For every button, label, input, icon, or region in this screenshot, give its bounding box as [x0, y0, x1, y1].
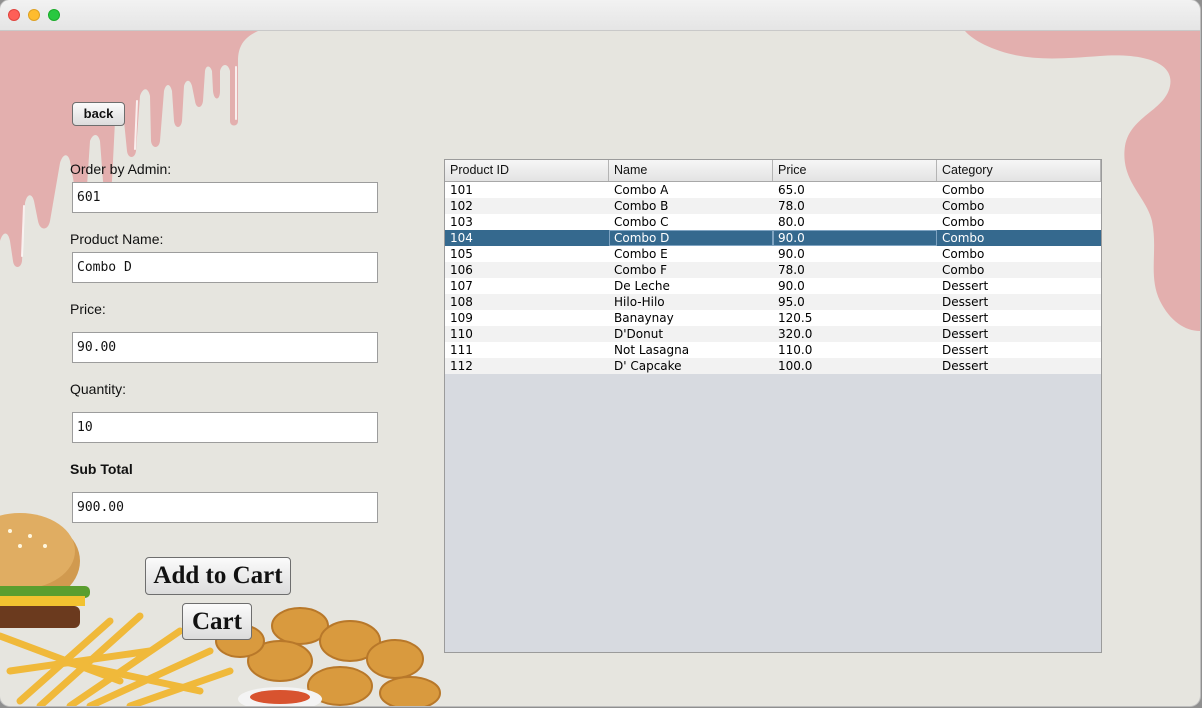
sub-total-field[interactable] — [72, 492, 378, 523]
quantity-field[interactable] — [72, 412, 378, 443]
cell-category: Combo — [942, 215, 985, 229]
title-bar — [0, 0, 1200, 31]
minimize-window-button[interactable] — [28, 9, 40, 21]
table-row[interactable]: 104 Combo D 90.0 Combo — [445, 230, 1101, 246]
table-row[interactable]: 112 D' Capcake 100.0 Dessert — [445, 358, 1101, 374]
order-by-admin-field[interactable] — [72, 182, 378, 213]
cell-product-id: 109 — [450, 311, 473, 325]
cell-product-id: 106 — [450, 263, 473, 277]
close-window-button[interactable] — [8, 9, 20, 21]
price-field[interactable] — [72, 332, 378, 363]
cell-name: Combo D — [609, 230, 773, 246]
cell-category: Dessert — [942, 279, 989, 293]
products-table[interactable]: Product ID Name Price Category 101 Combo … — [444, 159, 1102, 653]
cell-product-id: 111 — [450, 343, 473, 357]
cell-price: 100.0 — [778, 359, 813, 373]
app-window: back Order by Admin: Product Name: Price… — [0, 0, 1200, 706]
cell-name: Banaynay — [614, 311, 674, 325]
cell-name: Combo C — [614, 215, 669, 229]
quantity-label: Quantity: — [70, 381, 127, 397]
cell-price: 90.0 — [773, 230, 937, 246]
cell-name: Combo F — [614, 263, 668, 277]
cell-price: 78.0 — [778, 263, 805, 277]
burger-decoration — [0, 513, 90, 628]
table-row[interactable]: 103 Combo C 80.0 Combo — [445, 214, 1101, 230]
cell-category: Dessert — [942, 295, 989, 309]
cart-button[interactable]: Cart — [182, 603, 252, 640]
cell-name: De Leche — [614, 279, 670, 293]
cell-category: Dessert — [942, 327, 989, 341]
column-header-price[interactable]: Price — [773, 160, 937, 181]
cell-price: 80.0 — [778, 215, 805, 229]
cell-name: Combo A — [614, 183, 669, 197]
column-header-name[interactable]: Name — [609, 160, 773, 181]
cell-name: Combo E — [614, 247, 668, 261]
sub-total-label: Sub Total — [70, 461, 133, 477]
main-panel: back Order by Admin: Product Name: Price… — [0, 31, 1200, 706]
table-header: Product ID Name Price Category — [445, 160, 1101, 182]
cell-name: Not Lasagna — [614, 343, 690, 357]
column-header-category[interactable]: Category — [937, 160, 1101, 181]
cell-category: Combo — [942, 231, 985, 245]
product-name-label: Product Name: — [70, 231, 164, 247]
cell-category: Combo — [942, 247, 985, 261]
cell-category: Combo — [942, 263, 985, 277]
table-row[interactable]: 101 Combo A 65.0 Combo — [445, 182, 1101, 198]
cell-price: 65.0 — [778, 183, 805, 197]
cell-name: D' Capcake — [614, 359, 682, 373]
back-button[interactable]: back — [72, 102, 125, 126]
cell-price: 320.0 — [778, 327, 813, 341]
cell-category: Dessert — [942, 359, 989, 373]
cell-product-id: 110 — [450, 327, 473, 341]
cell-price: 78.0 — [778, 199, 805, 213]
table-row[interactable]: 106 Combo F 78.0 Combo — [445, 262, 1101, 278]
table-row[interactable]: 105 Combo E 90.0 Combo — [445, 246, 1101, 262]
cell-product-id: 108 — [450, 295, 473, 309]
cell-product-id: 103 — [450, 215, 473, 229]
cell-price: 95.0 — [778, 295, 805, 309]
cell-price: 90.0 — [778, 247, 805, 261]
cell-product-id: 101 — [450, 183, 473, 197]
cell-name: Combo B — [614, 199, 669, 213]
cell-category: Combo — [942, 183, 985, 197]
table-row[interactable]: 107 De Leche 90.0 Dessert — [445, 278, 1101, 294]
table-row[interactable]: 110 D'Donut 320.0 Dessert — [445, 326, 1101, 342]
table-row[interactable]: 109 Banaynay 120.5 Dessert — [445, 310, 1101, 326]
cell-name: D'Donut — [614, 327, 664, 341]
cell-price: 110.0 — [778, 343, 813, 357]
cell-product-id: 104 — [450, 231, 473, 245]
product-name-field[interactable] — [72, 252, 378, 283]
cell-name: Hilo-Hilo — [614, 295, 665, 309]
table-row[interactable]: 111 Not Lasagna 110.0 Dessert — [445, 342, 1101, 358]
cell-category: Dessert — [942, 311, 989, 325]
cell-price: 90.0 — [778, 279, 805, 293]
cell-product-id: 112 — [450, 359, 473, 373]
order-by-admin-label: Order by Admin: — [70, 161, 172, 177]
table-row[interactable]: 108 Hilo-Hilo 95.0 Dessert — [445, 294, 1101, 310]
cell-product-id: 102 — [450, 199, 473, 213]
price-label: Price: — [70, 301, 106, 317]
zoom-window-button[interactable] — [48, 9, 60, 21]
cell-price: 120.5 — [778, 311, 813, 325]
table-row[interactable]: 102 Combo B 78.0 Combo — [445, 198, 1101, 214]
cell-product-id: 105 — [450, 247, 473, 261]
column-header-product-id[interactable]: Product ID — [445, 160, 609, 181]
table-body: 101 Combo A 65.0 Combo 102 Combo B 78.0 Combo 10… — [445, 182, 1101, 374]
cell-category: Dessert — [942, 343, 989, 357]
cell-product-id: 107 — [450, 279, 473, 293]
cell-category: Combo — [942, 199, 985, 213]
add-to-cart-button[interactable]: Add to Cart — [145, 557, 291, 595]
